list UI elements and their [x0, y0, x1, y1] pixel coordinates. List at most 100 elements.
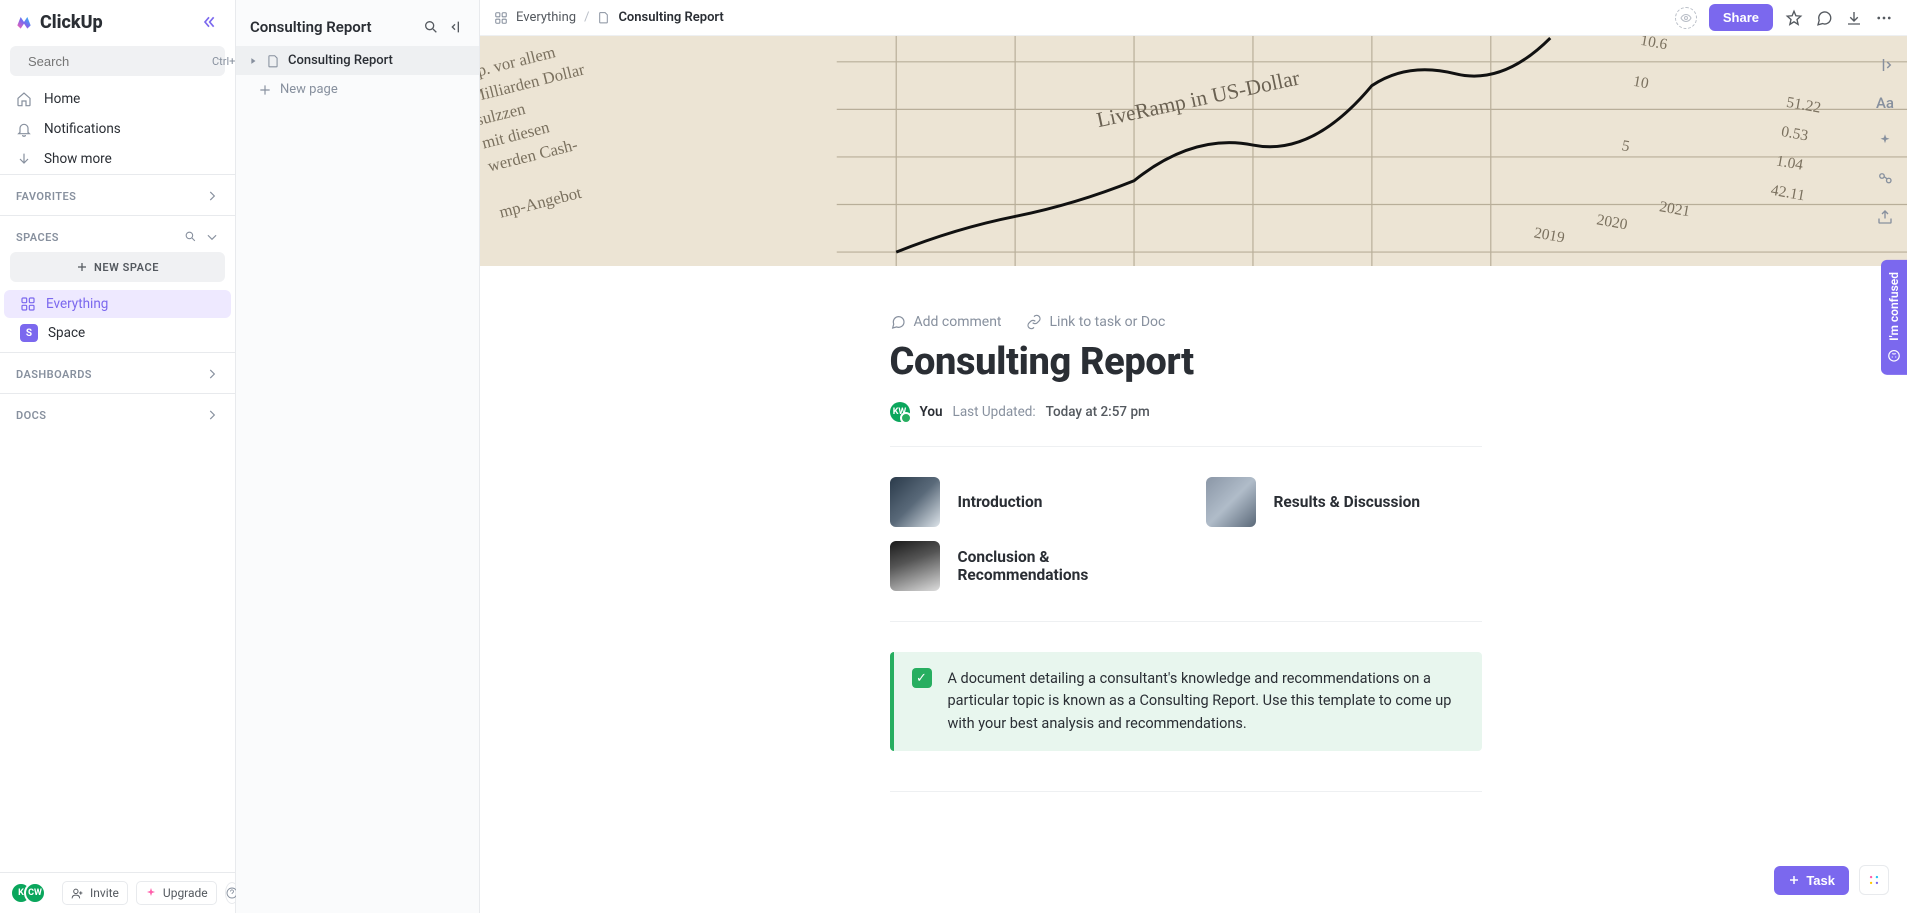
docs-header[interactable]: DOCS	[0, 404, 235, 430]
upgrade-button[interactable]: Upgrade	[136, 881, 217, 905]
nav-show-more[interactable]: Show more	[0, 144, 235, 174]
ai-button[interactable]	[1876, 132, 1894, 150]
chevron-right-icon	[205, 408, 219, 422]
breadcrumb-current[interactable]: Consulting Report	[618, 10, 723, 25]
doc-icon	[266, 54, 280, 68]
checkmark-icon: ✓	[912, 668, 932, 688]
share-button[interactable]: Share	[1709, 4, 1773, 31]
svg-text:10: 10	[1632, 73, 1650, 92]
divider	[890, 791, 1482, 792]
users-icon	[1876, 170, 1894, 188]
emoji-icon	[1887, 349, 1901, 363]
collapse-sidebar-button[interactable]	[197, 10, 221, 34]
right-rail: Aa	[1863, 36, 1907, 913]
more-button[interactable]	[1875, 9, 1893, 27]
byline: KW You Last Updated: Today at 2:57 pm	[890, 402, 1482, 447]
bell-icon	[16, 121, 32, 137]
plus-icon	[258, 83, 272, 97]
home-icon	[16, 91, 32, 107]
new-task-button[interactable]: Task	[1774, 866, 1849, 895]
plus-icon	[76, 261, 88, 273]
search-icon[interactable]	[184, 230, 197, 243]
section-thumbnail	[1206, 477, 1256, 527]
export-button[interactable]	[1876, 208, 1894, 226]
brand-logo[interactable]: ClickUp	[14, 12, 103, 33]
space-everything[interactable]: Everything	[4, 290, 231, 318]
dots-icon	[1875, 9, 1893, 27]
callout-block[interactable]: ✓ A document detailing a consultant's kn…	[890, 652, 1482, 751]
section-link-conclusion[interactable]: Conclusion & Recommendations	[890, 541, 1166, 591]
brand-name: ClickUp	[40, 12, 103, 33]
callout-text: A document detailing a consultant's know…	[948, 668, 1464, 735]
clickup-logo-icon	[14, 12, 34, 32]
collapse-icon	[1876, 56, 1894, 74]
left-sidebar: ClickUp Ctrl+K Home Notifications Show m…	[0, 0, 236, 913]
doc-icon	[597, 11, 610, 24]
view-settings-button[interactable]	[1675, 7, 1697, 29]
breadcrumb: Everything / Consulting Report	[494, 10, 724, 25]
nav-home[interactable]: Home	[0, 84, 235, 114]
link-icon	[1026, 314, 1042, 330]
eye-icon	[1680, 12, 1692, 24]
avatar: CW	[24, 882, 46, 904]
main-content: Everything / Consulting Report Share	[480, 0, 1907, 913]
comment-icon	[890, 314, 906, 330]
arrow-down-icon	[16, 151, 32, 167]
grid-icon	[20, 296, 36, 312]
typography-button[interactable]: Aa	[1876, 94, 1894, 112]
new-space-button[interactable]: NEW SPACE	[10, 252, 225, 282]
chevron-double-left-icon	[201, 14, 217, 30]
star-icon	[1785, 9, 1803, 27]
caret-right-icon	[248, 56, 258, 66]
space-item[interactable]: S Space	[4, 318, 231, 348]
doc-outline-title: Consulting Report	[250, 18, 372, 36]
comments-button[interactable]	[1815, 9, 1833, 27]
outline-toggle-button[interactable]	[1876, 56, 1894, 74]
search-bar[interactable]: Ctrl+K	[10, 46, 225, 76]
grid-icon	[494, 11, 508, 25]
download-button[interactable]	[1845, 9, 1863, 27]
chevron-down-icon[interactable]	[205, 230, 219, 244]
search-input[interactable]	[28, 54, 204, 69]
confused-tab[interactable]: I'm confused	[1881, 260, 1907, 375]
outline-item-current[interactable]: Consulting Report	[236, 46, 479, 75]
author-avatar[interactable]: KW	[890, 402, 910, 422]
dashboards-header[interactable]: DASHBOARDS	[0, 363, 235, 389]
space-badge: S	[20, 324, 38, 342]
relations-button[interactable]	[1876, 170, 1894, 188]
favorites-header[interactable]: FAVORITES	[0, 185, 235, 211]
nav-notifications[interactable]: Notifications	[0, 114, 235, 144]
doc-outline-panel: Consulting Report Consulting Report New …	[236, 0, 480, 913]
section-thumbnail	[890, 541, 940, 591]
download-icon	[1845, 9, 1863, 27]
search-icon[interactable]	[423, 19, 439, 35]
cover-image[interactable]: LiveRamp in US-Dollar mp. vor allemMilli…	[480, 36, 1907, 266]
collapse-panel-icon[interactable]	[449, 19, 465, 35]
topbar: Everything / Consulting Report Share	[480, 0, 1907, 36]
user-avatars[interactable]: K CW	[10, 882, 46, 904]
updated-value: Today at 2:57 pm	[1046, 404, 1150, 420]
invite-button[interactable]: Invite	[62, 881, 128, 905]
share-icon	[1876, 208, 1894, 226]
breadcrumb-root[interactable]: Everything	[516, 10, 576, 25]
comment-icon	[1815, 9, 1833, 27]
section-thumbnail	[890, 477, 940, 527]
chevron-right-icon	[205, 189, 219, 203]
spaces-header[interactable]: SPACES	[0, 226, 235, 252]
author-name: You	[920, 404, 943, 420]
user-plus-icon	[71, 887, 84, 900]
add-comment-button[interactable]: Add comment	[890, 314, 1002, 330]
page-title[interactable]: Consulting Report	[890, 340, 1482, 384]
link-to-task-button[interactable]: Link to task or Doc	[1026, 314, 1166, 330]
favorite-button[interactable]	[1785, 9, 1803, 27]
sparkle-icon	[1876, 132, 1894, 150]
updated-label: Last Updated:	[953, 404, 1036, 420]
section-link-introduction[interactable]: Introduction	[890, 477, 1166, 527]
plus-icon	[1788, 874, 1800, 886]
chevron-right-icon	[205, 367, 219, 381]
sparkle-icon	[145, 887, 157, 899]
outline-new-page[interactable]: New page	[236, 75, 479, 104]
section-link-results[interactable]: Results & Discussion	[1206, 477, 1482, 527]
grid-dots-icon	[1867, 873, 1881, 887]
apps-button[interactable]	[1859, 865, 1889, 895]
